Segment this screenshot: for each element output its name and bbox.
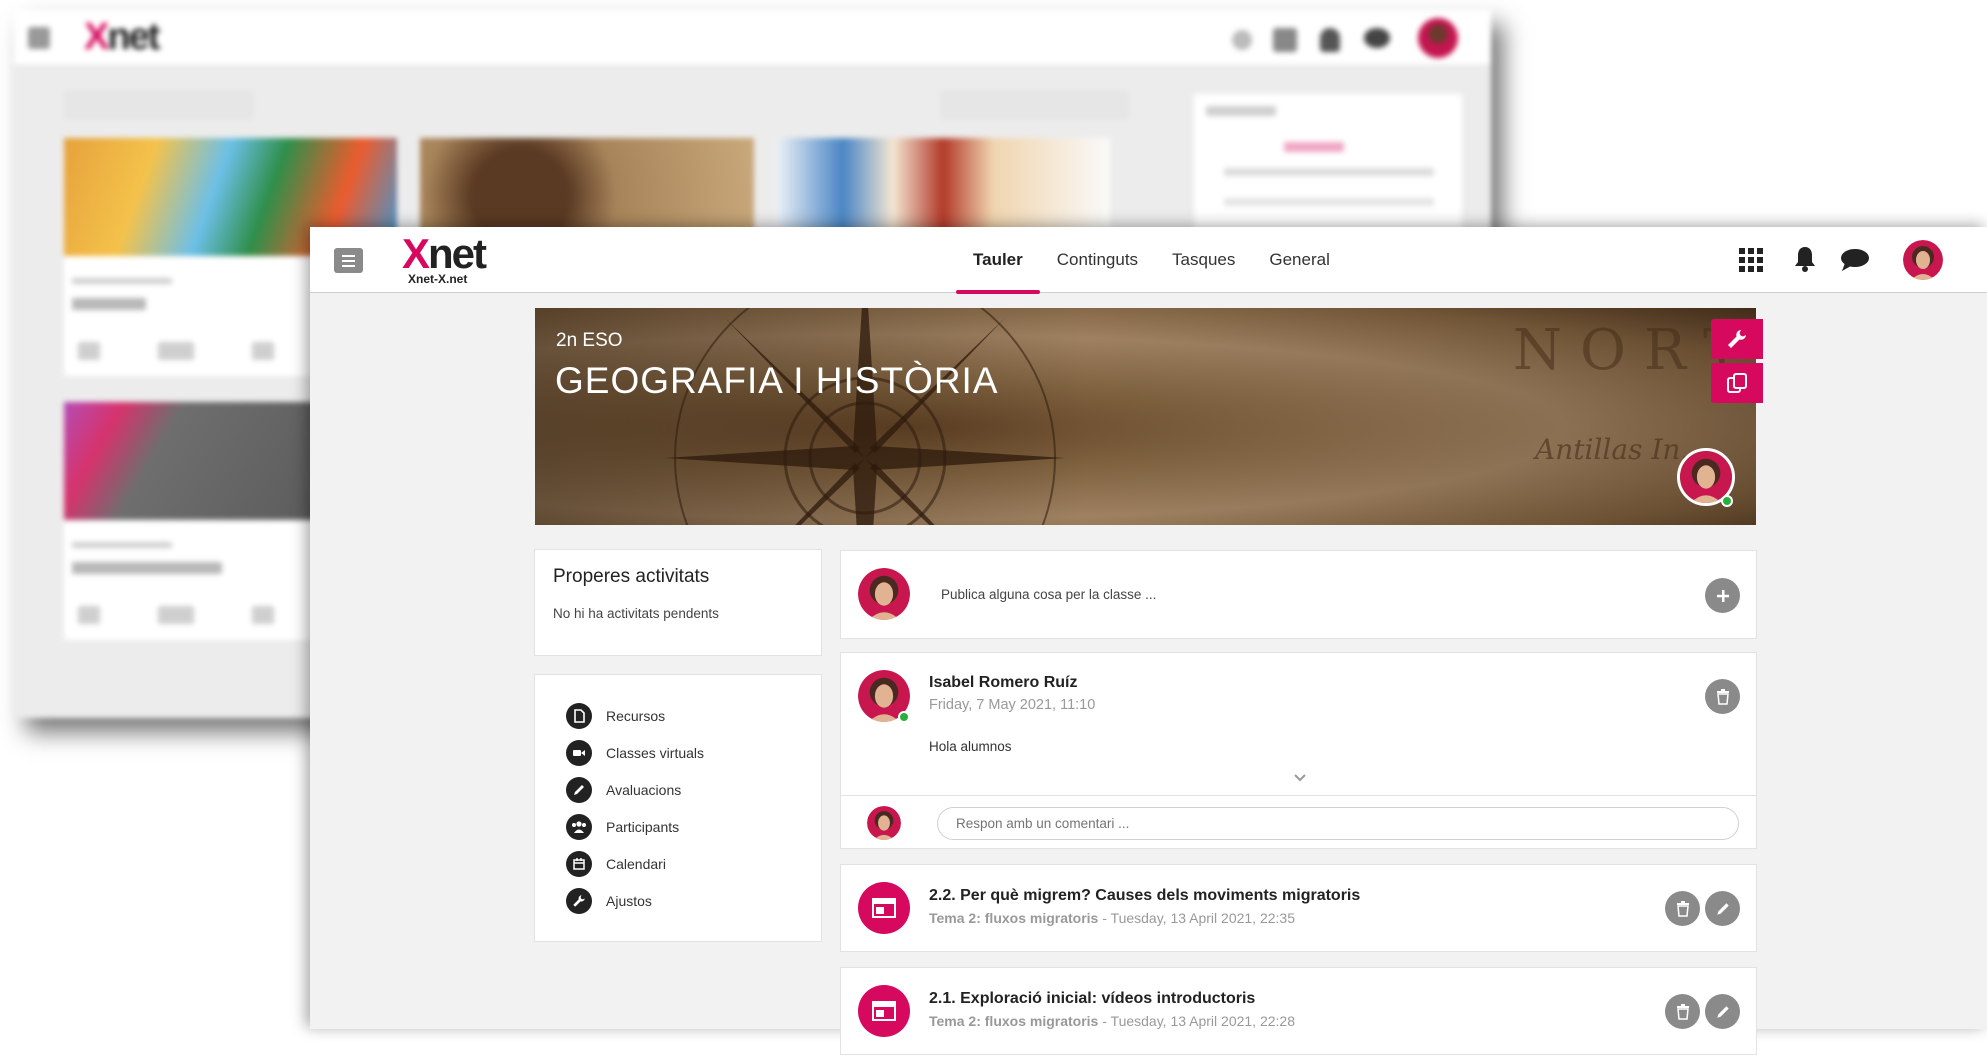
task-card[interactable]: 2.2. Per què migrem? Causes dels movimen… [840,864,1757,952]
upcoming-activities-panel: Properes activitats No hi ha activitats … [534,549,822,656]
upcoming-activities-title: Properes activitats [553,566,710,587]
sidebar-item-calendari[interactable]: Calendari [566,851,666,877]
avatar [858,568,910,620]
banner-decor-text: Antillas In. [1535,433,1690,466]
task-title[interactable]: 2.1. Exploració inicial: vídeos introduc… [929,990,1255,1008]
tab-tauler[interactable]: Tauler [956,227,1040,294]
main-tabs: Tauler Continguts Tasques General [956,227,1347,294]
delete-task-button[interactable] [1665,891,1700,926]
chat-icon[interactable] [1840,248,1870,272]
wrench-icon [1728,330,1746,348]
compose-placeholder[interactable]: Publica alguna cosa per la classe ... [941,587,1156,602]
task-meta: Tema 2: fluxos migratoris - Tuesday, 13 … [929,1013,1295,1029]
background-search-field [64,90,254,120]
avatar [867,806,901,840]
trash-icon [1716,688,1729,705]
upcoming-activities-empty: No hi ha activitats pendents [553,606,719,621]
sidebar-item-ajustos[interactable]: Ajustos [566,888,652,914]
wrench-icon [566,888,592,914]
background-chat-icon [1364,28,1390,48]
apps-grid-icon[interactable] [1738,247,1764,273]
background-menu-icon [28,27,50,49]
hamburger-menu-button[interactable] [334,248,363,273]
top-bar: Xnet Xnet-X.net Tauler Continguts Tasque… [310,227,1987,294]
post-author[interactable]: Isabel Romero Ruíz [929,674,1077,692]
calendar-icon [566,851,592,877]
edit-task-button[interactable] [1705,891,1740,926]
pencil-icon [1716,1005,1729,1018]
trash-icon [1676,900,1689,917]
tab-continguts[interactable]: Continguts [1040,227,1155,293]
online-status-dot [1721,495,1733,507]
comment-input[interactable] [937,807,1739,840]
copy-icon [1727,373,1747,393]
task-meta: Tema 2: fluxos migratoris - Tuesday, 13 … [929,910,1295,926]
trash-icon [1676,1003,1689,1020]
background-bell-icon [1320,28,1340,52]
xnet-logo[interactable]: Xnet Xnet-X.net [402,230,502,287]
post-body: Hola alumnos [929,739,1012,754]
compass-rose-image [665,308,1065,525]
user-avatar[interactable] [1903,240,1943,280]
add-post-button[interactable] [1705,578,1740,613]
chevron-down-icon[interactable] [1293,773,1307,783]
layout-icon [872,1001,896,1021]
document-icon [566,703,592,729]
background-avatar [1418,18,1458,58]
pencil-icon [566,777,592,803]
course-sidebar-menu: Recursos Classes virtuals Avaluacions Pa… [534,674,822,942]
task-icon [858,882,910,934]
background-calendar [1194,94,1462,234]
course-grade: 2n ESO [556,330,623,351]
edit-task-button[interactable] [1705,994,1740,1029]
course-title: GEOGRAFIA I HISTÒRIA [555,360,999,401]
compose-post-box[interactable]: Publica alguna cosa per la classe ... [840,550,1757,639]
task-card[interactable]: 2.1. Exploració inicial: vídeos introduc… [840,967,1757,1055]
users-icon [566,814,592,840]
video-camera-icon [566,740,592,766]
background-filter-field [940,90,1130,120]
post-card: Isabel Romero Ruíz Friday, 7 May 2021, 1… [840,652,1757,849]
sidebar-item-classes-virtuals[interactable]: Classes virtuals [566,740,704,766]
delete-task-button[interactable] [1665,994,1700,1029]
bell-icon[interactable] [1793,245,1817,273]
online-status-dot [898,711,910,723]
layout-icon [872,898,896,918]
plus-icon [1716,589,1729,602]
copy-course-button[interactable] [1711,363,1763,403]
task-icon [858,985,910,1037]
sidebar-item-avaluacions[interactable]: Avaluacions [566,777,681,803]
delete-post-button[interactable] [1705,679,1740,714]
post-date: Friday, 7 May 2021, 11:10 [929,697,1096,713]
course-banner: NORT Antillas In. 2n ESO GEOGRAFIA I HIS… [535,308,1756,525]
background-logo: Xnet [84,16,160,58]
task-title[interactable]: 2.2. Per què migrem? Causes dels movimen… [929,887,1360,905]
main-window: Xnet Xnet-X.net Tauler Continguts Tasque… [310,227,1987,1055]
tab-general[interactable]: General [1252,227,1346,293]
sidebar-item-participants[interactable]: Participants [566,814,679,840]
sidebar-item-recursos[interactable]: Recursos [566,703,665,729]
settings-wrench-button[interactable] [1711,319,1763,359]
divider [841,795,1756,796]
pencil-icon [1716,902,1729,915]
background-apps-icon [1273,28,1297,52]
background-close-icon [1232,30,1252,50]
tab-tasques[interactable]: Tasques [1155,227,1252,293]
background-topbar: Xnet [14,10,1491,66]
